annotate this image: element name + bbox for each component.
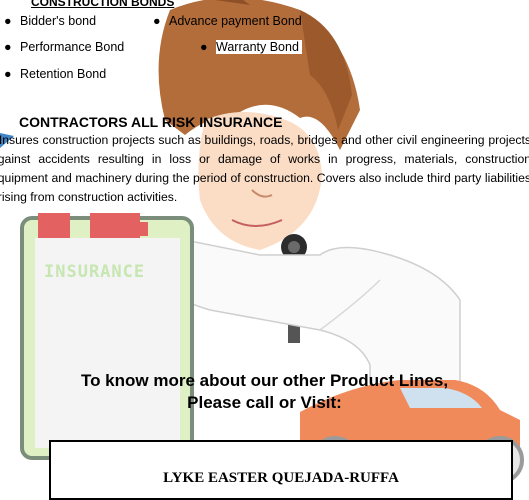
- bullet-icon: ●: [4, 67, 12, 81]
- bullet-icon: ●: [153, 14, 161, 28]
- cta-line-2: Please call or Visit:: [187, 393, 342, 412]
- clipboard-label: INSURANCE: [44, 262, 146, 282]
- contact-name-box: LYKE EASTER QUEJADA-RUFFA: [49, 440, 513, 500]
- cta-line-1: To know more about our other Product Lin…: [80, 371, 449, 390]
- car-insurance-heading: CONTRACTORS ALL RISK INSURANCE: [19, 114, 283, 130]
- contact-name: LYKE EASTER QUEJADA-RUFFA: [163, 470, 399, 486]
- bond-item-bidders: ● Bidder's bond: [4, 14, 97, 28]
- bond-item-warranty: ● Warranty Bond: [200, 40, 302, 54]
- bullet-icon: ●: [200, 40, 208, 54]
- construction-bonds-heading: CONSTRUCTION BONDS: [31, 0, 175, 9]
- bond-item-performance: ● Performance Bond: [4, 40, 125, 54]
- bullet-icon: ●: [4, 40, 12, 54]
- bullet-icon: ●: [4, 14, 12, 28]
- bond-item-advance-payment: ● Advance payment Bond: [153, 14, 302, 28]
- document-content: CONSTRUCTION BONDS ● Bidder's bond ● Advan…: [0, 0, 529, 500]
- car-insurance-description: - Insures construction projects such as …: [0, 133, 529, 204]
- bond-item-retention: ● Retention Bond: [4, 67, 107, 81]
